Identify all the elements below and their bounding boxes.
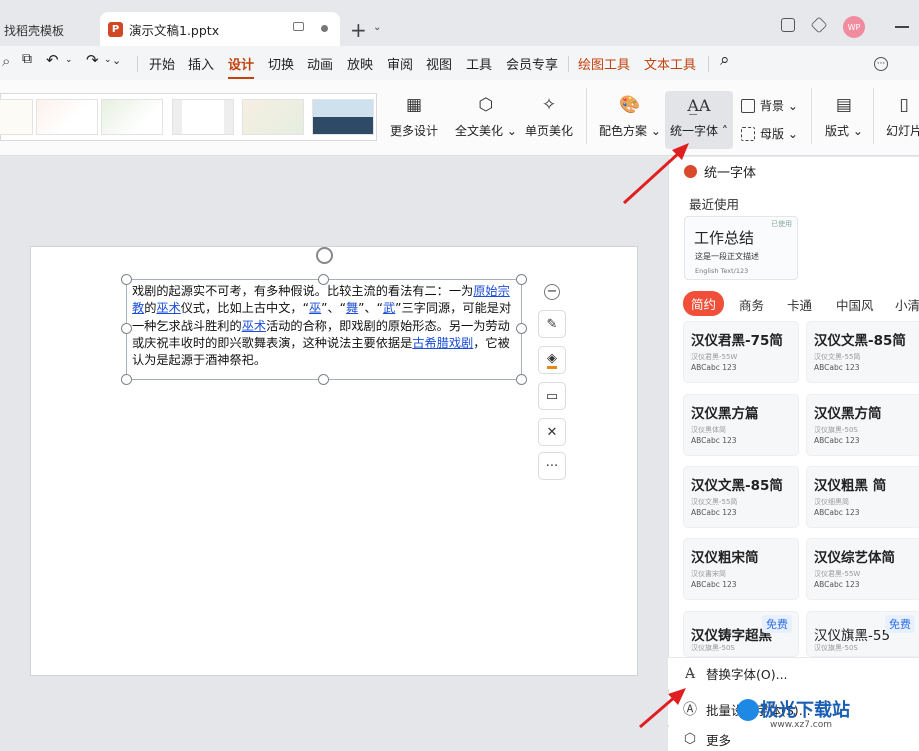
annotation-arrow-top	[622, 150, 682, 205]
annotation-arrows	[622, 143, 689, 729]
annotation-arrow-bottom	[639, 694, 677, 729]
